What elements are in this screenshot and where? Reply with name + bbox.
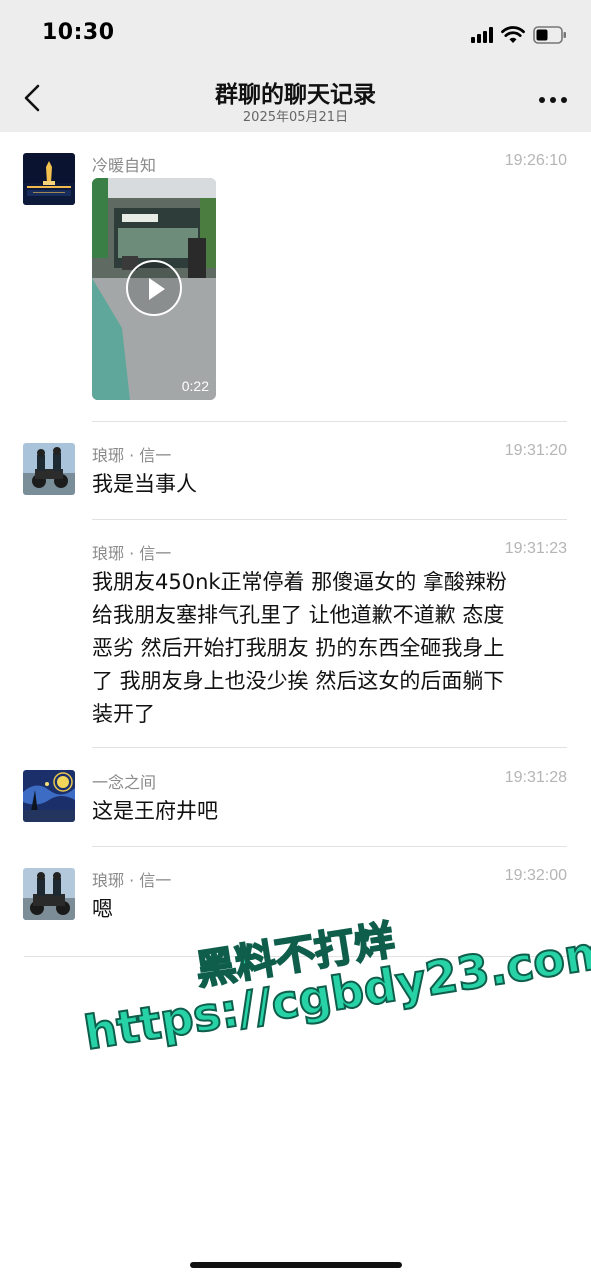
sender-name: 一念之间 bbox=[92, 773, 157, 792]
message-time: 19:31:20 bbox=[504, 442, 567, 459]
avatar[interactable] bbox=[23, 770, 75, 822]
wifi-icon bbox=[501, 26, 525, 44]
message-time: 19:26:10 bbox=[504, 152, 567, 169]
divider bbox=[92, 421, 567, 422]
message-time: 19:32:00 bbox=[504, 867, 567, 884]
battery-icon bbox=[533, 26, 567, 44]
divider bbox=[92, 846, 567, 847]
cellular-signal-icon bbox=[471, 27, 493, 43]
divider bbox=[92, 519, 567, 520]
message-text: 我朋友450nk正常停着 那傻逼女的 拿酸辣粉 给我朋友塞排气孔里了 让他道歉不… bbox=[92, 566, 562, 731]
more-dot-icon bbox=[561, 97, 567, 103]
video-thumbnail[interactable]: 0:22 bbox=[92, 178, 216, 400]
play-icon[interactable] bbox=[126, 260, 182, 316]
divider bbox=[92, 747, 567, 748]
status-icons bbox=[471, 22, 567, 48]
message-line: 了 我朋友身上也没少挨 然后这女的后面躺下 bbox=[92, 669, 505, 693]
page-title: 群聊的聊天记录 bbox=[215, 82, 376, 108]
avatar[interactable] bbox=[23, 153, 75, 205]
sender-name: 冷暖自知 bbox=[92, 156, 157, 175]
message-text: 我是当事人 bbox=[92, 472, 197, 496]
message-text: 这是王府井吧 bbox=[92, 799, 218, 823]
message-line: 装开了 bbox=[92, 702, 155, 726]
message-time: 19:31:28 bbox=[504, 769, 567, 786]
status-time: 10:30 bbox=[42, 20, 115, 45]
message-time: 19:31:23 bbox=[504, 540, 567, 557]
message-line: 给我朋友塞排气孔里了 让他道歉不道歉 态度 bbox=[92, 603, 505, 627]
more-button[interactable] bbox=[539, 97, 567, 103]
message-line: 恶劣 然后开始打我朋友 扔的东西全砸我身上 bbox=[92, 636, 505, 660]
sender-name: 琅琊 · 信一 bbox=[92, 871, 172, 890]
sender-name: 琅琊 · 信一 bbox=[92, 544, 172, 563]
video-duration: 0:22 bbox=[181, 378, 209, 394]
message-line: 我朋友450nk正常停着 那傻逼女的 拿酸辣粉 bbox=[92, 570, 507, 594]
page-date: 2025年05月21日 bbox=[242, 110, 349, 125]
avatar[interactable] bbox=[23, 868, 75, 920]
sender-name: 琅琊 · 信一 bbox=[92, 446, 172, 465]
status-bar: 10:30 bbox=[0, 0, 591, 66]
nav-bar: 群聊的聊天记录 2025年05月21日 bbox=[0, 66, 591, 132]
avatar[interactable] bbox=[23, 443, 75, 495]
home-indicator[interactable] bbox=[190, 1262, 402, 1268]
more-dot-icon bbox=[539, 97, 545, 103]
more-dot-icon bbox=[550, 97, 556, 103]
